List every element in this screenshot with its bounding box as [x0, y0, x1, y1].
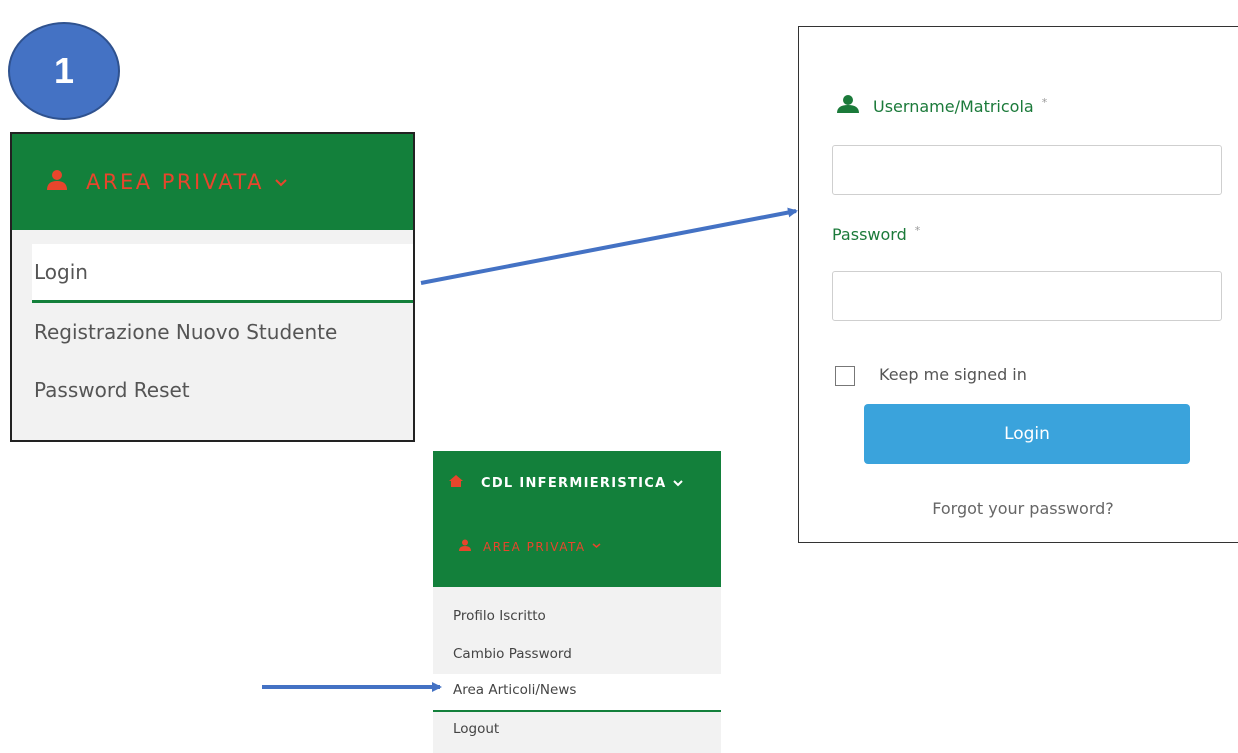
annotation-arrows: [262, 207, 798, 692]
arrow-to-login-form: [420, 207, 798, 285]
